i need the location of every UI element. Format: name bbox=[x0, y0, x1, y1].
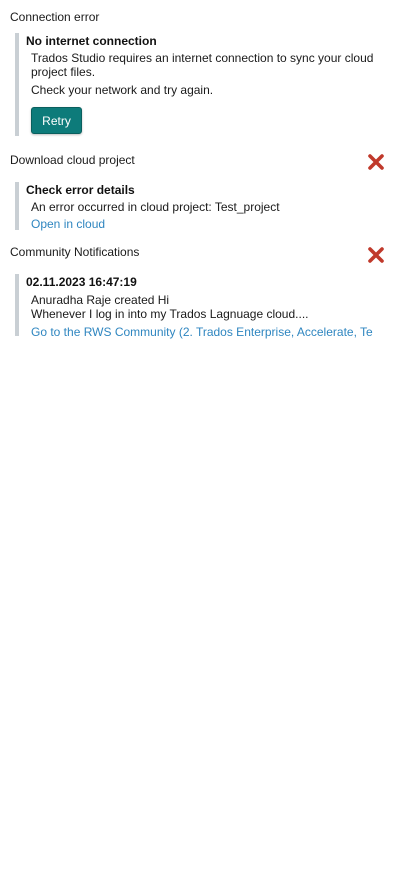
notification-line1: Anuradha Raje created Hi bbox=[31, 293, 170, 307]
retry-button[interactable]: Retry bbox=[31, 107, 82, 134]
close-community-notifications-icon[interactable] bbox=[367, 246, 385, 264]
connection-error-hint: Check your network and try again. bbox=[31, 83, 214, 97]
notification-timestamp: 02.11.2023 16:47:19 bbox=[26, 275, 137, 289]
connection-error-message-line2: project files. bbox=[31, 65, 96, 79]
notification-line2: Whenever I log in into my Trados Lagnuag… bbox=[31, 307, 309, 321]
rws-community-link[interactable]: Go to the RWS Community (2. Trados Enter… bbox=[31, 325, 373, 339]
download-cloud-project-section-title: Download cloud project bbox=[10, 153, 135, 167]
community-notifications-section-title: Community Notifications bbox=[10, 245, 140, 259]
connection-error-section-title: Connection error bbox=[10, 10, 100, 24]
connection-error-message-line1: Trados Studio requires an internet conne… bbox=[31, 51, 374, 65]
download-cloud-project-title: Check error details bbox=[26, 183, 135, 197]
close-download-cloud-project-icon[interactable] bbox=[367, 153, 385, 171]
download-cloud-project-message: An error occurred in cloud project: Test… bbox=[31, 200, 280, 214]
download-cloud-project-card: Check error details An error occurred in… bbox=[15, 182, 396, 231]
community-notification-card: 02.11.2023 16:47:19 Anuradha Raje create… bbox=[15, 274, 380, 339]
connection-error-title: No internet connection bbox=[26, 34, 157, 48]
open-in-cloud-link[interactable]: Open in cloud bbox=[31, 217, 396, 231]
